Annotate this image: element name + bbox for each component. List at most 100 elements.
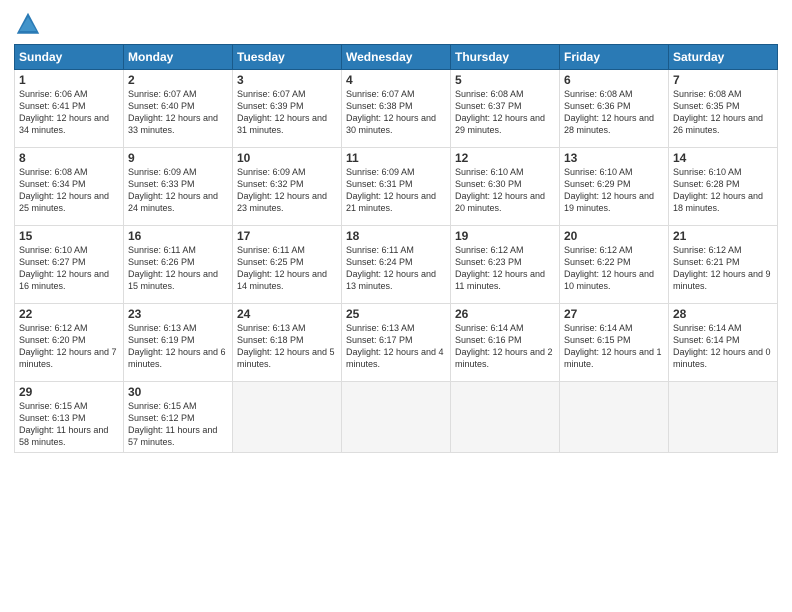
day-info: Sunrise: 6:09 AMSunset: 6:33 PMDaylight:…	[128, 166, 228, 215]
day-number: 3	[237, 73, 337, 87]
calendar-cell: 22Sunrise: 6:12 AMSunset: 6:20 PMDayligh…	[15, 304, 124, 382]
calendar-cell: 23Sunrise: 6:13 AMSunset: 6:19 PMDayligh…	[124, 304, 233, 382]
calendar-cell: 9Sunrise: 6:09 AMSunset: 6:33 PMDaylight…	[124, 148, 233, 226]
calendar-cell: 21Sunrise: 6:12 AMSunset: 6:21 PMDayligh…	[669, 226, 778, 304]
calendar-cell: 3Sunrise: 6:07 AMSunset: 6:39 PMDaylight…	[233, 70, 342, 148]
week-row-2: 15Sunrise: 6:10 AMSunset: 6:27 PMDayligh…	[15, 226, 778, 304]
calendar-cell: 18Sunrise: 6:11 AMSunset: 6:24 PMDayligh…	[342, 226, 451, 304]
day-info: Sunrise: 6:09 AMSunset: 6:31 PMDaylight:…	[346, 166, 446, 215]
logo	[14, 10, 46, 38]
calendar-cell: 10Sunrise: 6:09 AMSunset: 6:32 PMDayligh…	[233, 148, 342, 226]
day-info: Sunrise: 6:13 AMSunset: 6:17 PMDaylight:…	[346, 322, 446, 371]
day-info: Sunrise: 6:14 AMSunset: 6:14 PMDaylight:…	[673, 322, 773, 371]
day-info: Sunrise: 6:07 AMSunset: 6:38 PMDaylight:…	[346, 88, 446, 137]
week-row-3: 22Sunrise: 6:12 AMSunset: 6:20 PMDayligh…	[15, 304, 778, 382]
calendar-cell: 25Sunrise: 6:13 AMSunset: 6:17 PMDayligh…	[342, 304, 451, 382]
day-info: Sunrise: 6:11 AMSunset: 6:25 PMDaylight:…	[237, 244, 337, 293]
calendar-cell: 7Sunrise: 6:08 AMSunset: 6:35 PMDaylight…	[669, 70, 778, 148]
calendar-cell: 11Sunrise: 6:09 AMSunset: 6:31 PMDayligh…	[342, 148, 451, 226]
calendar-cell: 16Sunrise: 6:11 AMSunset: 6:26 PMDayligh…	[124, 226, 233, 304]
header	[14, 10, 778, 38]
day-info: Sunrise: 6:06 AMSunset: 6:41 PMDaylight:…	[19, 88, 119, 137]
calendar-cell: 17Sunrise: 6:11 AMSunset: 6:25 PMDayligh…	[233, 226, 342, 304]
day-number: 30	[128, 385, 228, 399]
day-number: 14	[673, 151, 773, 165]
day-number: 23	[128, 307, 228, 321]
day-info: Sunrise: 6:08 AMSunset: 6:34 PMDaylight:…	[19, 166, 119, 215]
header-thursday: Thursday	[451, 45, 560, 70]
calendar-cell: 29Sunrise: 6:15 AMSunset: 6:13 PMDayligh…	[15, 382, 124, 453]
day-number: 4	[346, 73, 446, 87]
day-number: 26	[455, 307, 555, 321]
day-info: Sunrise: 6:07 AMSunset: 6:40 PMDaylight:…	[128, 88, 228, 137]
calendar-table: Sunday Monday Tuesday Wednesday Thursday…	[14, 44, 778, 453]
day-number: 20	[564, 229, 664, 243]
day-info: Sunrise: 6:14 AMSunset: 6:16 PMDaylight:…	[455, 322, 555, 371]
day-number: 5	[455, 73, 555, 87]
calendar-cell: 4Sunrise: 6:07 AMSunset: 6:38 PMDaylight…	[342, 70, 451, 148]
day-info: Sunrise: 6:13 AMSunset: 6:18 PMDaylight:…	[237, 322, 337, 371]
day-info: Sunrise: 6:10 AMSunset: 6:29 PMDaylight:…	[564, 166, 664, 215]
day-number: 10	[237, 151, 337, 165]
calendar-cell: 8Sunrise: 6:08 AMSunset: 6:34 PMDaylight…	[15, 148, 124, 226]
day-number: 1	[19, 73, 119, 87]
calendar-cell: 5Sunrise: 6:08 AMSunset: 6:37 PMDaylight…	[451, 70, 560, 148]
day-number: 28	[673, 307, 773, 321]
day-info: Sunrise: 6:12 AMSunset: 6:21 PMDaylight:…	[673, 244, 773, 293]
header-friday: Friday	[560, 45, 669, 70]
day-info: Sunrise: 6:10 AMSunset: 6:28 PMDaylight:…	[673, 166, 773, 215]
logo-icon	[14, 10, 42, 38]
calendar-cell	[342, 382, 451, 453]
day-info: Sunrise: 6:07 AMSunset: 6:39 PMDaylight:…	[237, 88, 337, 137]
day-info: Sunrise: 6:08 AMSunset: 6:36 PMDaylight:…	[564, 88, 664, 137]
day-number: 7	[673, 73, 773, 87]
day-number: 19	[455, 229, 555, 243]
day-number: 21	[673, 229, 773, 243]
calendar-cell: 28Sunrise: 6:14 AMSunset: 6:14 PMDayligh…	[669, 304, 778, 382]
day-number: 27	[564, 307, 664, 321]
day-info: Sunrise: 6:15 AMSunset: 6:13 PMDaylight:…	[19, 400, 119, 449]
week-row-1: 8Sunrise: 6:08 AMSunset: 6:34 PMDaylight…	[15, 148, 778, 226]
day-number: 13	[564, 151, 664, 165]
calendar-cell	[669, 382, 778, 453]
day-number: 6	[564, 73, 664, 87]
day-number: 11	[346, 151, 446, 165]
header-sunday: Sunday	[15, 45, 124, 70]
weekday-header-row: Sunday Monday Tuesday Wednesday Thursday…	[15, 45, 778, 70]
day-number: 9	[128, 151, 228, 165]
week-row-0: 1Sunrise: 6:06 AMSunset: 6:41 PMDaylight…	[15, 70, 778, 148]
header-wednesday: Wednesday	[342, 45, 451, 70]
day-info: Sunrise: 6:12 AMSunset: 6:23 PMDaylight:…	[455, 244, 555, 293]
day-number: 18	[346, 229, 446, 243]
calendar-cell: 14Sunrise: 6:10 AMSunset: 6:28 PMDayligh…	[669, 148, 778, 226]
day-number: 29	[19, 385, 119, 399]
header-monday: Monday	[124, 45, 233, 70]
day-info: Sunrise: 6:13 AMSunset: 6:19 PMDaylight:…	[128, 322, 228, 371]
calendar-cell: 27Sunrise: 6:14 AMSunset: 6:15 PMDayligh…	[560, 304, 669, 382]
calendar-cell: 12Sunrise: 6:10 AMSunset: 6:30 PMDayligh…	[451, 148, 560, 226]
calendar-cell: 6Sunrise: 6:08 AMSunset: 6:36 PMDaylight…	[560, 70, 669, 148]
day-info: Sunrise: 6:10 AMSunset: 6:30 PMDaylight:…	[455, 166, 555, 215]
calendar-cell: 26Sunrise: 6:14 AMSunset: 6:16 PMDayligh…	[451, 304, 560, 382]
day-number: 17	[237, 229, 337, 243]
header-tuesday: Tuesday	[233, 45, 342, 70]
day-number: 15	[19, 229, 119, 243]
calendar-cell: 19Sunrise: 6:12 AMSunset: 6:23 PMDayligh…	[451, 226, 560, 304]
day-info: Sunrise: 6:11 AMSunset: 6:26 PMDaylight:…	[128, 244, 228, 293]
calendar-cell: 20Sunrise: 6:12 AMSunset: 6:22 PMDayligh…	[560, 226, 669, 304]
day-number: 22	[19, 307, 119, 321]
calendar-cell: 1Sunrise: 6:06 AMSunset: 6:41 PMDaylight…	[15, 70, 124, 148]
day-number: 24	[237, 307, 337, 321]
calendar-cell	[451, 382, 560, 453]
day-number: 12	[455, 151, 555, 165]
day-info: Sunrise: 6:10 AMSunset: 6:27 PMDaylight:…	[19, 244, 119, 293]
day-info: Sunrise: 6:11 AMSunset: 6:24 PMDaylight:…	[346, 244, 446, 293]
page: Sunday Monday Tuesday Wednesday Thursday…	[0, 0, 792, 612]
day-info: Sunrise: 6:12 AMSunset: 6:22 PMDaylight:…	[564, 244, 664, 293]
day-number: 8	[19, 151, 119, 165]
day-number: 2	[128, 73, 228, 87]
calendar-cell: 15Sunrise: 6:10 AMSunset: 6:27 PMDayligh…	[15, 226, 124, 304]
day-info: Sunrise: 6:15 AMSunset: 6:12 PMDaylight:…	[128, 400, 228, 449]
calendar-cell: 30Sunrise: 6:15 AMSunset: 6:12 PMDayligh…	[124, 382, 233, 453]
day-info: Sunrise: 6:08 AMSunset: 6:37 PMDaylight:…	[455, 88, 555, 137]
